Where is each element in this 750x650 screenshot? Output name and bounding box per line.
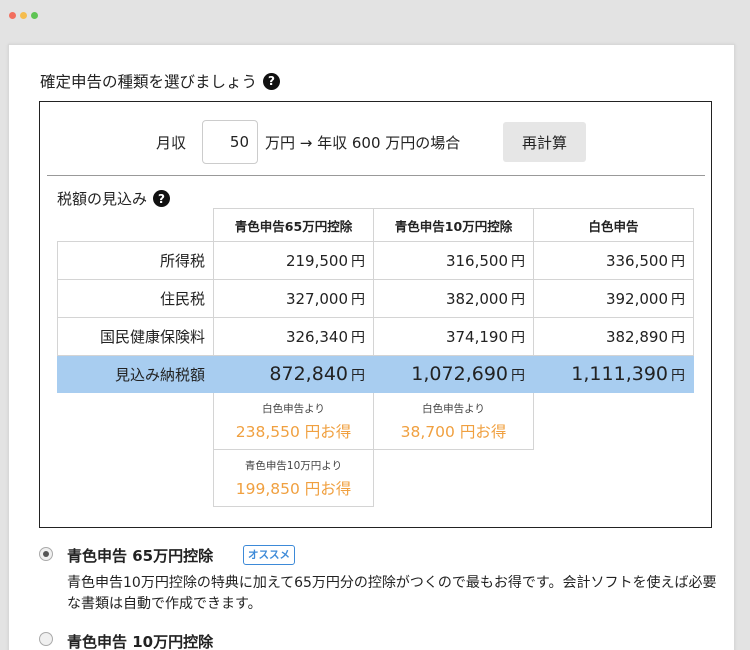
yen-unit: 円 <box>351 253 365 270</box>
tax-table: 青色申告65万円控除 青色申告10万円控除 白色申告 所得税 219,500 円 … <box>57 208 694 507</box>
column-header: 青色申告10万円控除 <box>373 208 534 242</box>
option-description: 青色申告10万円控除の特典に加えて65万円分の控除がつくので最もお得です。会計ソ… <box>67 575 717 612</box>
column-header: 白色申告 <box>533 208 694 242</box>
yen-unit: 円 <box>671 368 685 384</box>
savings-basis: 白色申告より <box>262 402 325 415</box>
tax-value: 336,500 <box>605 251 668 270</box>
yen-unit: 円 <box>511 368 525 384</box>
savings-cell: 白色申告より 38,700 円お得 <box>373 392 534 450</box>
monthly-income-label: 月収 <box>156 134 187 152</box>
help-icon[interactable]: ? <box>263 72 281 90</box>
yen-unit: 円 <box>671 291 685 308</box>
savings-basis: 青色申告10万円より <box>244 459 343 472</box>
table-row: 所得税 219,500 円 316,500 円 336,500 円 <box>57 241 694 280</box>
tax-value: 382,890 <box>605 327 668 346</box>
divider <box>47 175 705 176</box>
yen-unit: 円 <box>671 253 685 270</box>
estimate-heading: 税額の見込み ? <box>57 188 171 209</box>
savings-amount: 238,550 円お得 <box>235 422 352 441</box>
yen-unit: 円 <box>671 329 685 346</box>
option-title-blue-65[interactable]: 青色申告 65万円控除 <box>67 545 213 566</box>
savings-row: 白色申告より 238,550 円お得 白色申告より 38,700 円お得 <box>58 392 694 450</box>
browser-chrome <box>0 0 750 30</box>
yen-unit: 円 <box>511 291 525 308</box>
yen-unit: 円 <box>351 329 365 346</box>
total-value: 1,072,690 <box>411 363 508 385</box>
radio-blue-10[interactable] <box>39 632 53 646</box>
tax-value: 326,340 <box>285 327 348 346</box>
annual-income-text: 万円 → 年収 600 万円の場合 <box>265 134 461 152</box>
savings-amount: 38,700 円お得 <box>400 422 507 441</box>
total-row: 見込み納税額 872,840 円 1,072,690 円 1,111,390 円 <box>57 355 694 393</box>
income-calculator: 月収 万円 → 年収 600 万円の場合 再計算 <box>40 102 710 175</box>
table-header-row: 青色申告65万円控除 青色申告10万円控除 白色申告 <box>57 208 694 242</box>
recommended-badge: オススメ <box>243 545 295 565</box>
tax-value: 316,500 <box>445 251 508 270</box>
savings-cell: 白色申告より 238,550 円お得 <box>213 392 374 450</box>
yen-unit: 円 <box>511 253 525 270</box>
column-header: 青色申告65万円控除 <box>213 208 374 242</box>
row-label: 住民税 <box>57 279 214 318</box>
yen-unit: 円 <box>351 368 365 384</box>
window-minimize-dot[interactable] <box>20 12 27 19</box>
table-row: 国民健康保険料 326,340 円 374,190 円 382,890 円 <box>57 317 694 356</box>
tax-value: 392,000 <box>605 289 668 308</box>
savings-cell: 青色申告10万円より 199,850 円お得 <box>213 449 374 507</box>
option-title-blue-10[interactable]: 青色申告 10万円控除 <box>67 631 213 650</box>
window-close-dot[interactable] <box>9 12 16 19</box>
tax-value: 219,500 <box>285 251 348 270</box>
savings-row: 青色申告10万円より 199,850 円お得 <box>58 449 694 507</box>
savings-basis: 白色申告より <box>422 402 485 415</box>
savings-amount: 199,850 円お得 <box>235 479 352 498</box>
row-label: 所得税 <box>57 241 214 280</box>
monthly-income-input[interactable] <box>202 120 258 164</box>
help-icon[interactable]: ? <box>153 190 171 207</box>
window-maximize-dot[interactable] <box>31 12 38 19</box>
total-value: 872,840 <box>269 363 348 385</box>
tax-estimate-panel: 月収 万円 → 年収 600 万円の場合 再計算 税額の見込み ? 青色申告65… <box>39 101 712 528</box>
section-heading: 確定申告の種類を選びましょう ? <box>40 70 281 92</box>
tax-value: 374,190 <box>445 327 508 346</box>
total-value: 1,111,390 <box>571 363 668 385</box>
recalculate-button[interactable]: 再計算 <box>503 122 586 162</box>
section-title: 確定申告の種類を選びましょう <box>40 73 258 91</box>
table-row: 住民税 327,000 円 382,000 円 392,000 円 <box>57 279 694 318</box>
yen-unit: 円 <box>511 329 525 346</box>
row-label: 国民健康保険料 <box>57 317 214 356</box>
radio-blue-65[interactable] <box>39 547 53 561</box>
row-label: 見込み納税額 <box>57 355 214 393</box>
tax-value: 327,000 <box>285 289 348 308</box>
tax-value: 382,000 <box>445 289 508 308</box>
estimate-title: 税額の見込み <box>57 190 148 208</box>
yen-unit: 円 <box>351 291 365 308</box>
